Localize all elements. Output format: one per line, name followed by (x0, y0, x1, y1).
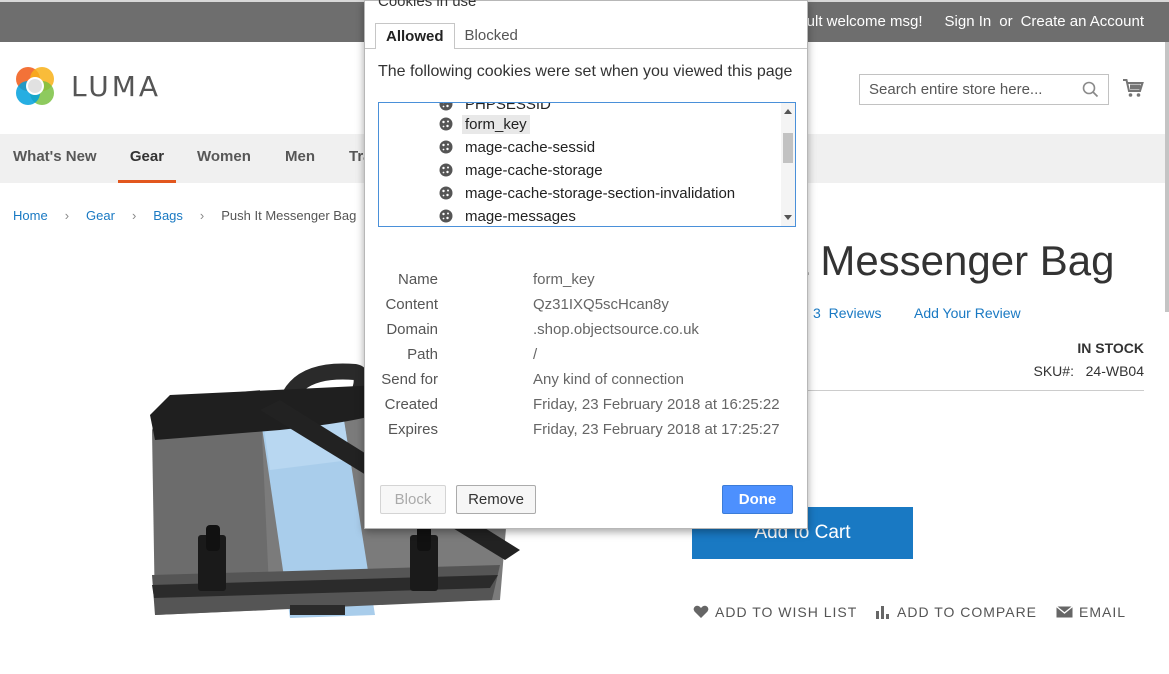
cookie-icon (439, 103, 453, 111)
create-account-link[interactable]: Create an Account (1021, 13, 1144, 30)
cookie-item[interactable]: mage-cache-storage (439, 159, 606, 181)
reviews-label: Reviews (828, 305, 882, 321)
cookie-name: mage-messages (465, 207, 576, 225)
cookie-icon (439, 186, 453, 200)
detail-value: form_key (533, 271, 595, 288)
logo-text: LUMA (71, 69, 162, 103)
cookie-name: PHPSESSID (465, 102, 551, 113)
done-button[interactable]: Done (722, 485, 793, 514)
product-title: t Messenger Bag (797, 237, 1115, 284)
remove-button[interactable]: Remove (456, 485, 536, 514)
chevron-right-icon: › (199, 208, 205, 223)
envelope-icon (1056, 606, 1073, 618)
tab-blocked[interactable]: Blocked (455, 23, 528, 49)
wishlist-label: ADD TO WISH LIST (715, 604, 858, 620)
cookie-icon (439, 140, 453, 154)
cookie-icon (439, 209, 453, 223)
breadcrumb-home[interactable]: Home (13, 208, 48, 223)
cookie-item[interactable]: mage-cache-sessid (439, 136, 598, 158)
sign-in-link[interactable]: Sign In (945, 13, 992, 30)
detail-label: Name (397, 271, 438, 288)
reviews-link[interactable]: 3 Reviews (813, 305, 881, 321)
cookie-name: mage-cache-storage-section-invalidation (465, 184, 736, 202)
detail-label: Content (385, 296, 438, 313)
cookie-item[interactable]: form_key (439, 113, 530, 135)
divider (797, 390, 1144, 391)
detail-label: Expires (387, 421, 438, 438)
detail-value: Any kind of connection (533, 371, 684, 388)
detail-value: Friday, 23 February 2018 at 17:25:27 (533, 421, 780, 438)
nav-item-whats-new[interactable]: What's New (13, 134, 97, 183)
page-scrollbar[interactable] (1165, 42, 1169, 312)
add-to-wishlist-link[interactable]: ADD TO WISH LIST (693, 604, 857, 620)
scroll-down-arrow-icon[interactable] (784, 215, 792, 220)
nav-item-men[interactable]: Men (285, 134, 315, 183)
breadcrumb-gear[interactable]: Gear (86, 208, 115, 223)
scrollbar-thumb[interactable] (783, 133, 793, 163)
detail-value: Friday, 23 February 2018 at 16:25:22 (533, 396, 780, 413)
detail-label: Domain (386, 321, 438, 338)
list-scrollbar[interactable] (781, 103, 795, 226)
welcome-message: fault welcome msg! (794, 13, 923, 30)
heart-icon (693, 605, 709, 618)
tab-allowed[interactable]: Allowed (375, 23, 455, 49)
stock-status: IN STOCK (1077, 340, 1144, 356)
scroll-up-arrow-icon[interactable] (784, 109, 792, 114)
dialog-description: The following cookies were set when you … (378, 63, 793, 80)
cookie-icon (439, 163, 453, 177)
nav-item-women[interactable]: Women (197, 134, 251, 183)
chevron-right-icon: › (64, 208, 70, 223)
luma-logo-icon (16, 67, 54, 105)
cookies-dialog: Cookies in use Allowed Blocked The follo… (364, 0, 808, 529)
add-to-compare-link[interactable]: ADD TO COMPARE (875, 604, 1037, 620)
sku-value: 24-WB04 (1085, 363, 1144, 379)
email-label: EMAIL (1079, 604, 1127, 620)
sku-label: SKU#: (1033, 363, 1074, 379)
cookie-icon (439, 117, 453, 131)
sku: SKU#: 24-WB04 (1034, 363, 1145, 379)
cookie-tree-list[interactable]: PHPSESSID form_key mage-cache-sessid mag… (378, 102, 796, 227)
cookie-item[interactable]: mage-cache-storage-section-invalidation (439, 182, 738, 204)
block-button[interactable]: Block (380, 485, 446, 514)
detail-label: Send for (381, 371, 438, 388)
dialog-title: Cookies in use (378, 0, 477, 10)
detail-value: Qz31IXQ5scHcan8y (533, 296, 669, 313)
cookie-name: mage-cache-sessid (465, 138, 596, 156)
cart-icon[interactable] (1122, 78, 1144, 98)
detail-label: Path (407, 346, 438, 363)
nav-item-gear[interactable]: Gear (118, 134, 176, 183)
compare-icon (876, 606, 889, 619)
cookie-name: form_key (462, 114, 530, 134)
cookie-tabs: Allowed Blocked (375, 23, 528, 49)
detail-label: Created (384, 396, 438, 413)
search-icon[interactable] (1082, 81, 1099, 98)
breadcrumb-current: Push It Messenger Bag (221, 208, 357, 223)
luma-logo[interactable]: LUMA (13, 64, 161, 108)
or-text: or (999, 13, 1013, 30)
cookie-item[interactable]: mage-messages (439, 205, 579, 226)
detail-value: / (533, 346, 538, 363)
breadcrumb: Home › Gear › Bags › Push It Messenger B… (13, 208, 356, 223)
detail-value: .shop.objectsource.co.uk (533, 321, 699, 338)
cookie-name: mage-cache-storage (465, 161, 603, 179)
email-link[interactable]: EMAIL (1056, 604, 1126, 620)
compare-label: ADD TO COMPARE (897, 604, 1038, 620)
add-review-link[interactable]: Add Your Review (914, 305, 1021, 321)
header-links: fault welcome msg! Sign In or Create an … (794, 13, 1144, 30)
breadcrumb-bags[interactable]: Bags (153, 208, 183, 223)
search-input[interactable] (860, 75, 1070, 104)
chevron-right-icon: › (131, 208, 137, 223)
search-box (859, 74, 1109, 105)
reviews-count: 3 (813, 305, 821, 321)
